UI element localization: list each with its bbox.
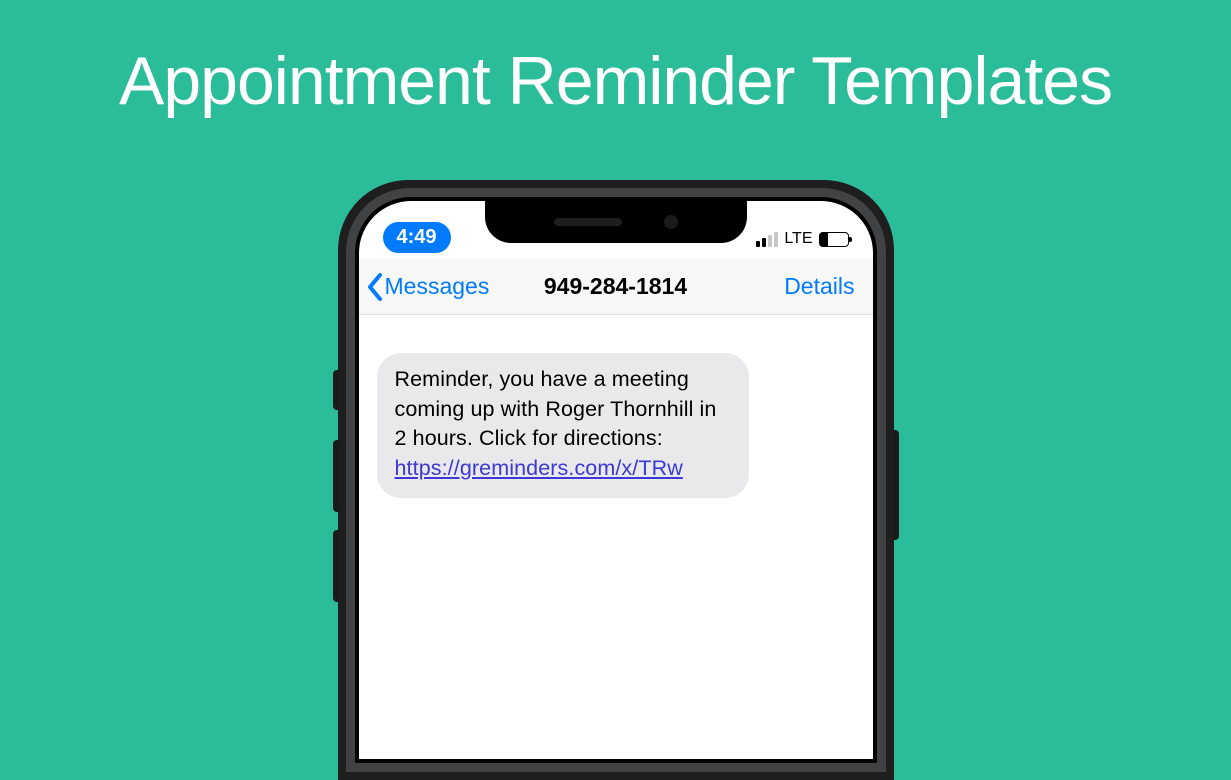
- back-label: Messages: [385, 273, 490, 300]
- volume-down-button: [333, 530, 339, 602]
- phone-mockup: 4:49 LTE: [338, 180, 894, 780]
- speaker-grille: [554, 218, 622, 226]
- notch: [485, 201, 747, 243]
- front-camera-icon: [664, 215, 678, 229]
- network-label: LTE: [784, 230, 812, 248]
- battery-icon: [819, 232, 849, 247]
- signal-icon: [756, 232, 778, 247]
- messages-area: Reminder, you have a meeting coming up w…: [359, 315, 873, 498]
- messages-nav-bar: Messages 949-284-1814 Details: [359, 259, 873, 315]
- mute-switch: [333, 370, 339, 410]
- back-button[interactable]: Messages: [365, 272, 490, 302]
- power-button: [893, 430, 899, 540]
- message-text: Reminder, you have a meeting coming up w…: [395, 367, 717, 450]
- status-time: 4:49: [383, 222, 451, 253]
- chevron-left-icon: [365, 272, 387, 302]
- message-bubble[interactable]: Reminder, you have a meeting coming up w…: [377, 353, 749, 498]
- phone-screen: 4:49 LTE: [359, 201, 873, 759]
- volume-up-button: [333, 440, 339, 512]
- contact-number[interactable]: 949-284-1814: [544, 273, 687, 300]
- message-link[interactable]: https://greminders.com/x/TRw: [395, 456, 683, 480]
- page-title: Appointment Reminder Templates: [0, 0, 1231, 120]
- details-button[interactable]: Details: [784, 273, 864, 300]
